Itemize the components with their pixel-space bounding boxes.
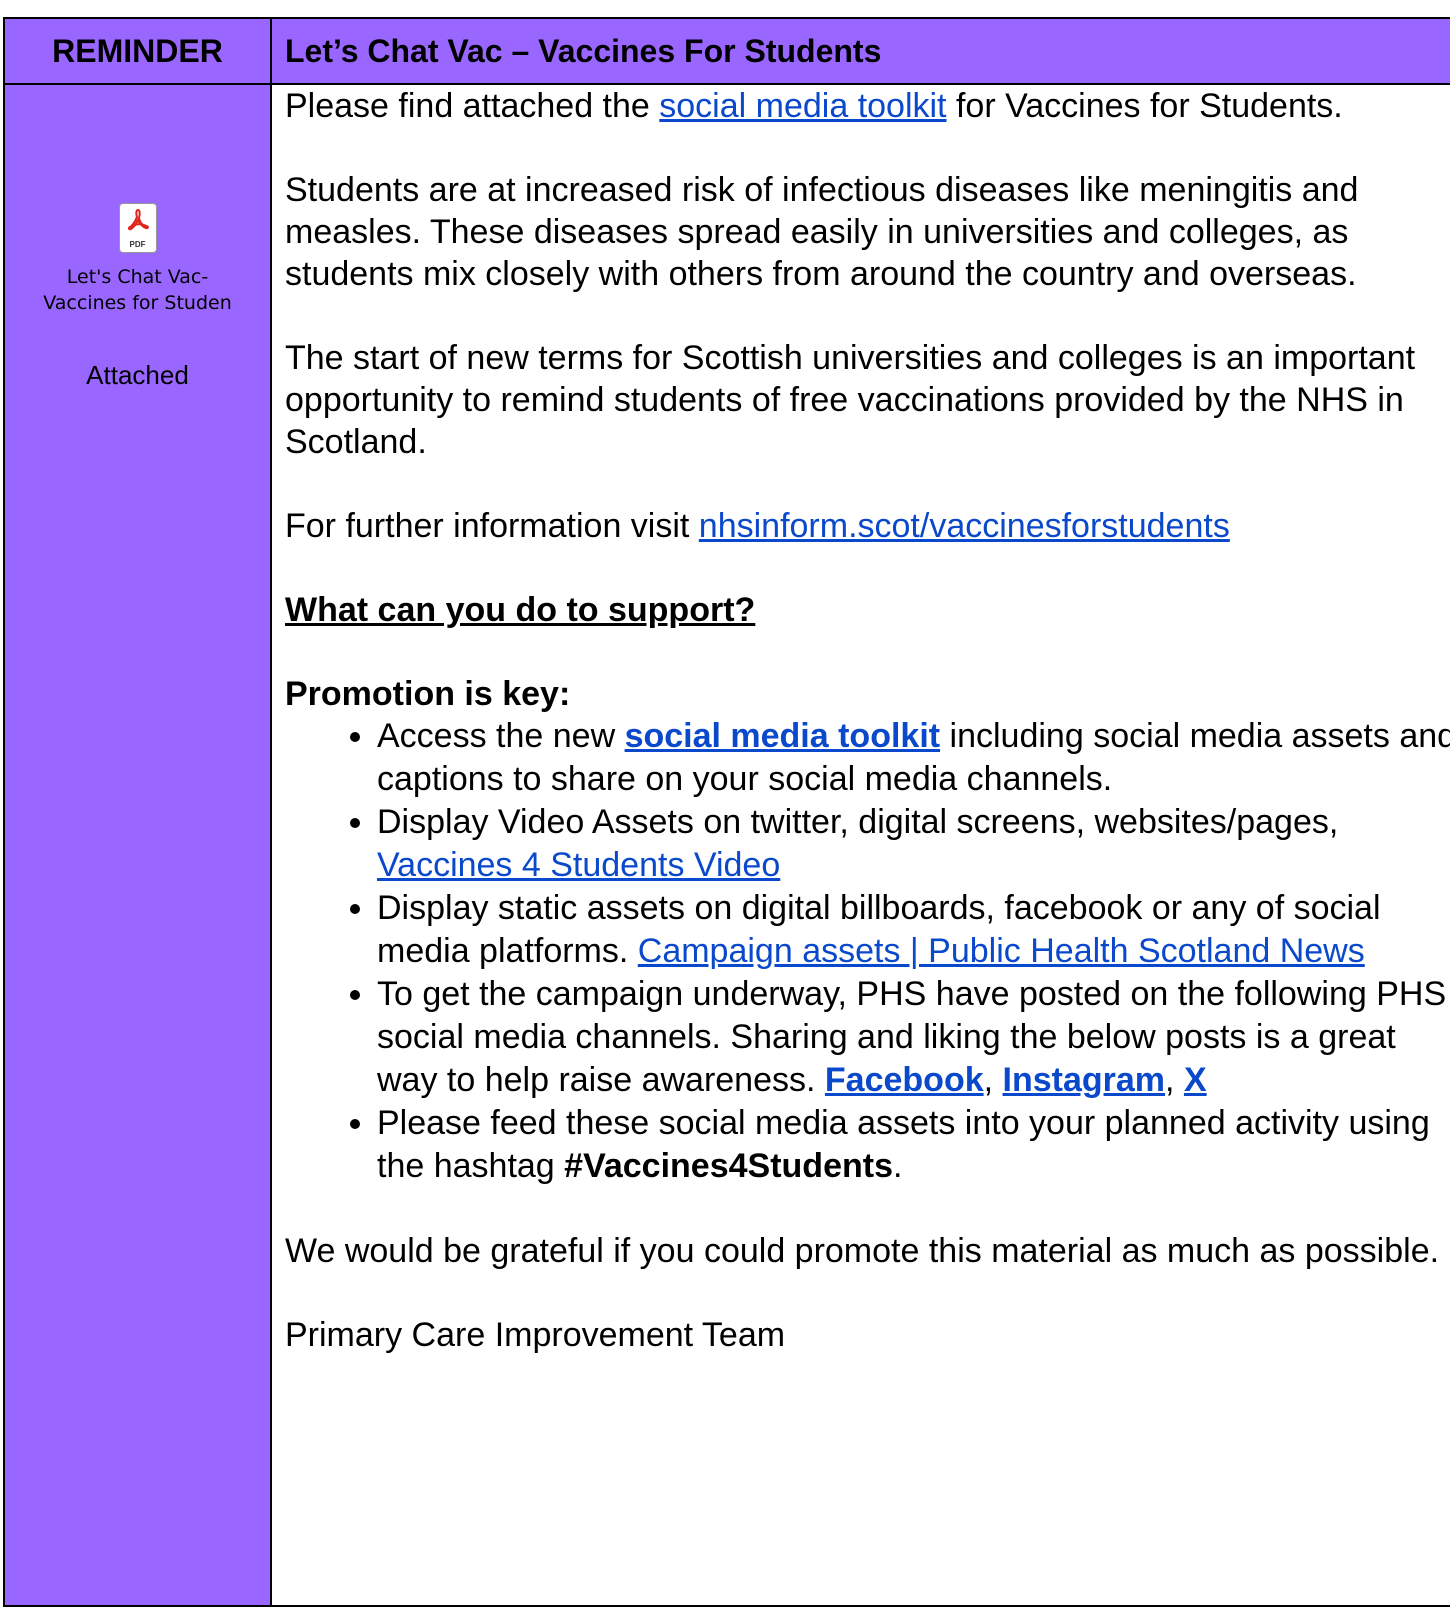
toolkit-link[interactable]: social media toolkit	[659, 87, 946, 125]
x-link[interactable]: X	[1184, 1061, 1207, 1099]
pdf-tag: PDF	[129, 240, 146, 249]
bullet-text: .	[892, 1147, 903, 1185]
info-paragraph: For further information visit nhsinform.…	[285, 505, 1450, 547]
list-item: Access the new social media toolkit incl…	[377, 715, 1450, 801]
closing-paragraph: We would be grateful if you could promot…	[285, 1232, 1440, 1270]
separator: ,	[1165, 1061, 1184, 1099]
signoff: Primary Care Improvement Team	[285, 1316, 786, 1354]
campaign-assets-link[interactable]: Campaign assets | Public Health Scotland…	[638, 932, 1365, 970]
hashtag: #Vaccines4Students	[564, 1147, 893, 1185]
nhsinform-link[interactable]: nhsinform.scot/vaccinesforstudents	[699, 507, 1230, 545]
info-text: For further information visit	[285, 507, 699, 545]
bullet-text: Please feed these social media assets in…	[377, 1104, 1430, 1185]
list-item: Display Video Assets on twitter, digital…	[377, 801, 1450, 887]
attachment-filename-line2: Vaccines for Studen	[43, 292, 232, 314]
risk-paragraph: Students are at increased risk of infect…	[285, 171, 1359, 293]
video-link[interactable]: Vaccines 4 Students Video	[377, 846, 780, 884]
intro-paragraph: Please find attached the social media to…	[285, 85, 1450, 127]
separator: ,	[983, 1061, 1003, 1099]
intro-text-end: for Vaccines for Students.	[946, 87, 1343, 125]
reminder-label: REMINDER	[3, 17, 272, 85]
message-body: Please find attached the social media to…	[270, 83, 1450, 1607]
attachment-status: Attached	[86, 360, 189, 390]
instagram-link[interactable]: Instagram	[1003, 1061, 1166, 1099]
list-item: To get the campaign underway, PHS have p…	[377, 973, 1450, 1102]
support-heading: What can you do to support?	[285, 591, 756, 629]
intro-text: Please find attached the	[285, 87, 660, 125]
content-row: PDF Let's Chat Vac- Vaccines for Studen …	[3, 83, 1450, 1607]
page-title: Let’s Chat Vac – Vaccines For Students	[270, 17, 1450, 85]
list-item: Display static assets on digital billboa…	[377, 887, 1450, 973]
header-row: REMINDER Let’s Chat Vac – Vaccines For S…	[3, 17, 1450, 85]
bullet-text: Access the new	[377, 717, 625, 755]
pdf-file-icon[interactable]: PDF	[118, 203, 157, 253]
pdf-attachment[interactable]: PDF Let's Chat Vac- Vaccines for Studen …	[5, 203, 270, 391]
list-item: Please feed these social media assets in…	[377, 1102, 1450, 1188]
promotion-list: Access the new social media toolkit incl…	[285, 715, 1450, 1188]
attachment-filename[interactable]: Let's Chat Vac- Vaccines for Studen	[5, 264, 270, 316]
promotion-heading: Promotion is key:	[285, 675, 571, 713]
bullet-text: Display Video Assets on twitter, digital…	[377, 803, 1339, 841]
attachment-filename-line1: Let's Chat Vac-	[66, 266, 209, 288]
term-paragraph: The start of new terms for Scottish univ…	[285, 339, 1416, 461]
toolkit-link-bold[interactable]: social media toolkit	[625, 717, 941, 755]
reminder-table: REMINDER Let’s Chat Vac – Vaccines For S…	[3, 17, 1450, 1607]
facebook-link[interactable]: Facebook	[825, 1061, 984, 1099]
attachment-cell: PDF Let's Chat Vac- Vaccines for Studen …	[3, 83, 272, 1607]
